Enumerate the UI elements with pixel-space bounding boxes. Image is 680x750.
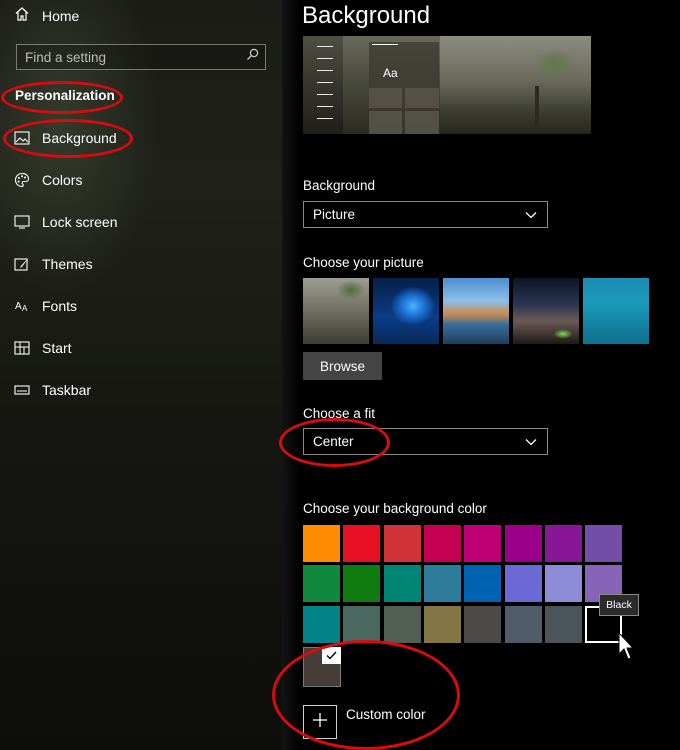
color-swatch[interactable] [545, 525, 582, 562]
preview-tree [535, 86, 539, 126]
choose-picture-label: Choose your picture [303, 255, 424, 270]
preview-sample-text: Aa [383, 66, 398, 80]
sidebar-item-label: Colors [42, 172, 83, 188]
color-swatch[interactable] [505, 606, 542, 643]
picture-thumbnail[interactable] [303, 278, 369, 344]
start-grid-icon [14, 340, 30, 356]
color-swatch[interactable] [343, 606, 380, 643]
taskbar-icon [14, 382, 30, 398]
page-title: Background [302, 2, 431, 29]
browse-button[interactable]: Browse [303, 352, 382, 380]
search-icon[interactable] [246, 48, 259, 66]
color-swatch[interactable] [545, 565, 582, 602]
sidebar-item-start[interactable]: Start [14, 338, 72, 358]
sidebar-item-label: Taskbar [42, 382, 92, 398]
sidebar-item-label: Start [42, 340, 72, 356]
color-swatch[interactable] [343, 525, 380, 562]
chevron-down-icon [525, 207, 537, 222]
sidebar-item-fonts[interactable]: AA Fonts [14, 296, 77, 316]
color-swatch[interactable] [303, 525, 340, 562]
color-swatch[interactable] [424, 565, 461, 602]
swatch-tooltip: Black [599, 594, 639, 616]
preview-window: Aa [369, 42, 439, 134]
color-swatch[interactable] [384, 606, 421, 643]
svg-text:A: A [15, 301, 22, 312]
color-swatch[interactable] [505, 525, 542, 562]
search-input[interactable]: Find a setting [16, 44, 266, 70]
color-swatch[interactable] [545, 606, 582, 643]
picture-thumbnail[interactable] [373, 278, 439, 344]
sidebar-item-label: Themes [42, 256, 93, 272]
annotation-oval [3, 119, 133, 158]
choose-color-label: Choose your background color [303, 501, 487, 516]
home-icon [14, 6, 30, 27]
color-swatch[interactable] [424, 606, 461, 643]
background-type-dropdown[interactable]: Picture [303, 201, 548, 228]
color-swatch[interactable] [303, 606, 340, 643]
fonts-icon: AA [14, 298, 30, 314]
svg-text:A: A [22, 304, 28, 313]
lock-screen-icon [14, 214, 30, 230]
picture-thumbnail[interactable] [513, 278, 579, 344]
color-swatch[interactable] [384, 525, 421, 562]
background-label: Background [303, 178, 376, 193]
sidebar-item-colors[interactable]: Colors [14, 170, 82, 190]
sidebar-item-label: Fonts [42, 298, 78, 314]
color-swatch[interactable] [464, 565, 501, 602]
themes-brush-icon [14, 256, 30, 272]
search-placeholder: Find a setting [25, 49, 107, 65]
color-swatch[interactable] [464, 525, 501, 562]
color-swatch[interactable] [303, 565, 340, 602]
annotation-oval [272, 640, 460, 750]
color-swatch[interactable] [343, 565, 380, 602]
palette-icon [14, 172, 30, 188]
preview-start-strip [303, 36, 343, 134]
annotation-oval [1, 81, 123, 114]
color-swatch[interactable] [464, 606, 501, 643]
background-type-value: Picture [313, 207, 356, 222]
preview-wallpaper [440, 36, 591, 134]
chevron-down-icon [525, 434, 537, 449]
sidebar-item-themes[interactable]: Themes [14, 254, 93, 274]
home-label: Home [42, 8, 80, 24]
picture-thumbnails [303, 278, 649, 344]
annotation-oval [279, 418, 390, 467]
home-nav-item[interactable]: Home [14, 6, 79, 26]
mouse-cursor-icon [618, 631, 635, 669]
color-swatch[interactable] [424, 525, 461, 562]
background-preview: Aa [303, 36, 591, 134]
picture-thumbnail[interactable] [583, 278, 649, 344]
color-swatch[interactable] [384, 565, 421, 602]
color-swatch[interactable] [585, 525, 622, 562]
picture-thumbnail[interactable] [443, 278, 509, 344]
sidebar-divider [282, 0, 300, 750]
sidebar-item-label: Lock screen [42, 214, 118, 230]
sidebar-item-lock-screen[interactable]: Lock screen [14, 212, 117, 232]
color-swatch[interactable] [505, 565, 542, 602]
sidebar-item-taskbar[interactable]: Taskbar [14, 380, 91, 400]
